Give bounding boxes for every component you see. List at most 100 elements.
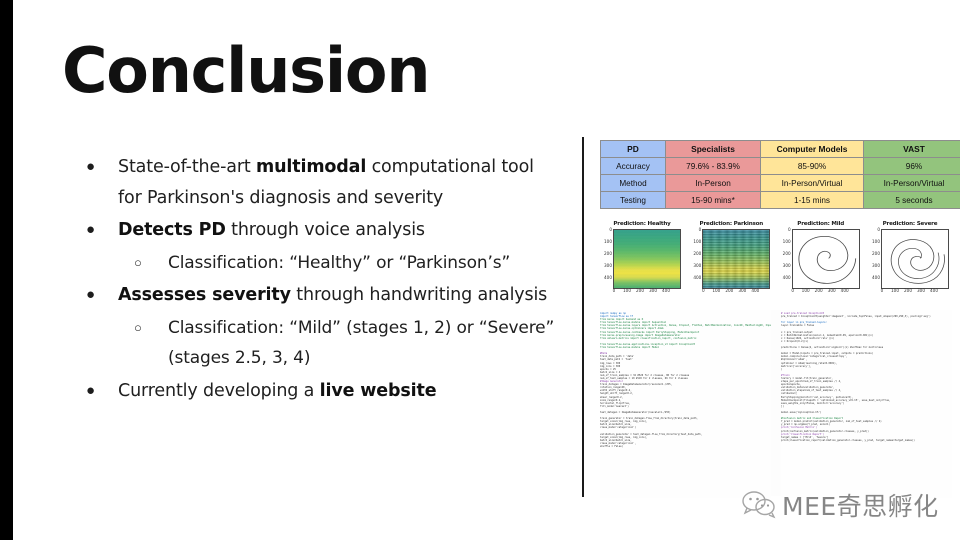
x-tick: 200 [725,288,734,293]
page-title: Conclusion [62,34,430,107]
media-column: PD Specialists Computer Models VAST Accuracy… [600,140,960,510]
plot-title: Prediction: Healthy [613,221,671,227]
y-tick: 100 [871,239,880,244]
spiral-severe [890,239,945,284]
spectrogram-healthy [614,230,680,288]
y-tick: 200 [693,251,702,256]
x-tick: 200 [814,288,823,293]
table-cell: Accuracy [600,157,666,175]
y-tick: 0 [877,227,880,232]
code-block-right: # Load pre-trained InceptionV3 pre_traine… [781,310,952,498]
x-tick: 200 [903,288,912,293]
left-accent-bar [0,0,13,540]
table-cell: In-Person [665,174,761,192]
table-header-cell: PD [600,140,666,158]
x-tick: 400 [840,288,849,293]
plot-title: Prediction: Severe [882,221,938,227]
x-tick: 300 [738,288,747,293]
y-tick: 200 [871,251,880,256]
x-tick: 300 [916,288,925,293]
bullet-text: Classification: “Mild” (stages 1, 2) or … [168,317,555,369]
y-tick: 300 [782,263,791,268]
bullet-text: Classification: “Healthy” or “Parkinson’… [168,252,511,273]
x-tick: 0 [791,288,794,293]
y-tick: 200 [604,251,612,256]
x-tick: 0 [880,288,884,293]
bullet-list: ● State-of-the-art multimodal computation… [86,152,556,408]
plot-prediction-healthy: Prediction: Healthy 0 100 200 300 400 0 … [600,220,684,300]
plot-area [613,229,681,289]
y-tick: 300 [604,263,612,268]
column-divider [582,137,584,497]
spectrogram-parkinson [703,230,770,288]
table-row: Accuracy 79.6% - 83.9% 85-90% 96% [600,157,960,175]
y-tick: 0 [787,227,791,232]
bullet-item: ○ Classification: “Healthy” or “Parkinson… [86,248,556,279]
y-tick: 400 [871,275,880,280]
table-cell: In-Person/Virtual [760,174,864,192]
y-tick: 200 [782,251,791,256]
comparison-table: PD Specialists Computer Models VAST Accuracy… [600,140,960,209]
x-tick: 100 [801,288,810,293]
x-tick: 200 [636,288,644,293]
bullet-marker: ● [86,286,96,303]
y-tick: 300 [871,263,880,268]
table-header-row: PD Specialists Computer Models VAST [600,140,960,158]
x-tick: 0 [701,288,705,293]
code-block-left: import numpy as np import tensorflow as t… [600,310,771,498]
x-tick: 400 [929,288,938,293]
bullet-text: Assesses severity through handwriting an… [118,285,548,305]
x-tick: 100 [712,288,721,293]
bullet-marker: ○ [134,254,142,270]
y-tick: 100 [782,239,791,244]
bullet-text: Detects PD through voice analysis [118,220,425,240]
bullet-marker: ● [86,221,96,238]
x-tick: 400 [662,288,670,293]
table-header-cell: VAST [863,140,960,158]
bullet-marker: ● [86,381,96,399]
y-tick: 400 [693,275,702,280]
x-tick: 400 [751,288,760,293]
x-tick: 0 [612,288,616,293]
table-cell: 85-90% [760,157,864,175]
code-line: pre_trained = InceptionV3(weights='image… [781,315,931,319]
table-cell: 15-90 mins* [665,191,761,209]
bullet-marker: ● [86,158,96,175]
y-tick: 400 [604,275,612,280]
bullet-text: Currently developing a live website [118,380,437,401]
bullet-marker: ○ [134,319,142,335]
code-screenshots: import numpy as np import tensorflow as t… [600,310,952,498]
code-line: shuffle = False) [600,445,624,449]
plot-title: Prediction: Mild [797,221,844,227]
bullet-item: ● Detects PD through voice analysis [86,215,556,246]
table-cell: 79.6% - 83.9% [665,157,761,175]
y-tick: 0 [609,227,612,232]
y-tick: 100 [693,239,702,244]
plot-prediction-severe: Prediction: Severe 0 100 200 300 400 0 1… [868,220,952,300]
bullet-item: ● Currently developing a live website [86,376,556,407]
table-cell: 96% [863,157,960,175]
plot-area [702,229,771,289]
slide-canvas: Conclusion ● State-of-the-art multimodal … [0,0,960,540]
x-tick: 100 [623,288,631,293]
y-tick: 100 [604,239,612,244]
bullet-item: ● State-of-the-art multimodal computation… [86,152,556,213]
bullet-text: State-of-the-art multimodal computationa… [118,157,534,208]
x-tick: 300 [649,288,657,293]
table-cell: Method [600,174,666,192]
table-header-cell: Computer Models [760,140,864,158]
table-cell: 5 seconds [863,191,960,209]
x-tick: 100 [890,288,899,293]
bullet-item: ○ Classification: “Mild” (stages 1, 2) or… [86,313,556,374]
code-line: print(classification_report(validation_g… [781,438,915,442]
plot-area [880,229,949,289]
table-cell: Testing [600,191,666,209]
x-tick: 300 [827,288,836,293]
bullet-item: ● Assesses severity through handwriting a… [86,280,556,311]
table-header-cell: Specialists [665,140,761,158]
prediction-plots-strip: Prediction: Healthy 0 100 200 300 400 0 … [600,220,952,300]
plot-area [791,229,860,289]
plot-title: Prediction: Parkinson [699,221,764,227]
table-cell: 1-15 mins [760,191,864,209]
plot-prediction-parkinson: Prediction: Parkinson 0 100 200 300 400 … [689,220,773,300]
